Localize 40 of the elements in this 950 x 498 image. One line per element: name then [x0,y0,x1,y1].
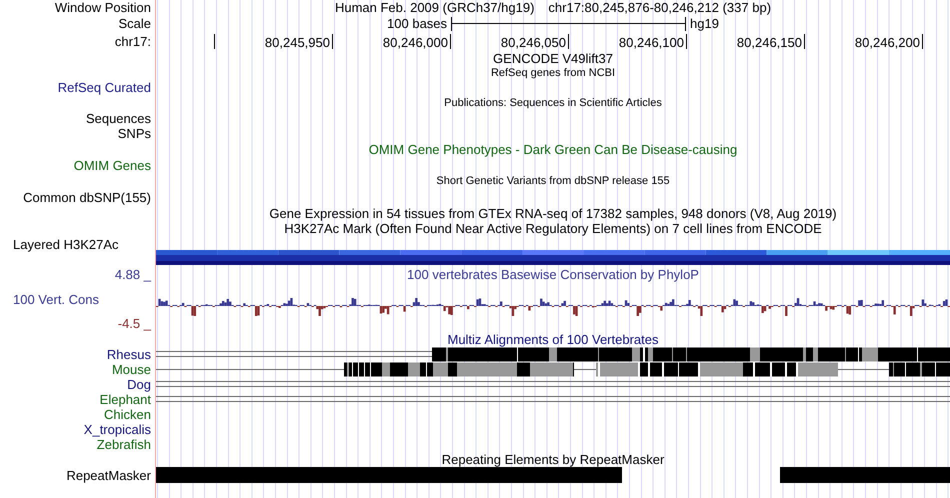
track-label[interactable]: Window Position [54,0,151,15]
track-label[interactable]: 4.88 _ [114,266,151,282]
track-title: Repeating Elements by RepeatMasker [442,453,664,466]
track-title: GENCODE V49lift37 [493,52,613,64]
track-label[interactable]: RepeatMasker [66,468,151,482]
track-title: 100 vertebrates Basewise Conservation by PhyloP [407,268,699,280]
track-label[interactable]: OMIM Genes [74,158,151,173]
ruler-tick-label: 80,246,050 [451,34,569,49]
track-label[interactable]: Sequences [86,111,151,126]
track-title: RefSeq genes from NCBI [490,68,616,78]
track-label[interactable]: SNPs [118,126,151,141]
track-label[interactable]: 100 Vert. Cons [13,292,99,307]
track-label[interactable]: chr17: [114,34,151,48]
track-title: Gene Expression in 54 tissues from GTEx RNA-seq of 17382 samples, 948 donors (V8, Aug 2019) [269,206,837,220]
track-label[interactable]: RefSeq Curated [58,80,151,95]
track-title: Human Feb. 2009 (GRCh37/hg19) [334,1,534,14]
track-title: H3K27Ac Mark (Often Found Near Active Regulatory Elements) on 7 cell lines from ENCODE [284,222,822,234]
ruler-tick-label: 80,245,950 [215,34,333,49]
ruler-tick-label: 80,246,000 [333,34,451,49]
track-label[interactable]: -4.5 _ [118,316,151,331]
ruler-tick-label: 80,246,100 [569,34,687,49]
track-label[interactable]: X_tropicalis [84,422,151,437]
track-title: OMIM Gene Phenotypes - Dark Green Can Be Disease-causing [368,143,738,156]
track-label[interactable]: Elephant [100,392,151,407]
track-label[interactable]: Dog [127,377,151,392]
track-label[interactable]: Common dbSNP(155) [23,190,151,204]
track-label[interactable]: Mouse [112,362,151,377]
track-label[interactable]: Rhesus [106,347,151,362]
scale-label: 100 bases [387,17,448,30]
track-label[interactable]: Zebrafish [96,437,151,452]
ruler-tick-label: 80,246,150 [687,34,805,49]
assembly-label: hg19 [690,17,719,30]
track-title: Publications: Sequences in Scientific Articles [444,98,662,108]
track-label[interactable]: Chicken [104,407,151,422]
track-label[interactable]: Scale [118,16,151,31]
track-label[interactable]: Layered H3K27Ac [13,237,119,252]
ruler-tick-label: 80,246,200 [805,34,923,49]
track-title: Short Genetic Variants from dbSNP release 155 [436,176,670,186]
track-title: chr17:80,245,876-80,246,212 (337 bp) [548,1,772,14]
track-title: Multiz Alignments of 100 Vertebrates [447,332,658,346]
